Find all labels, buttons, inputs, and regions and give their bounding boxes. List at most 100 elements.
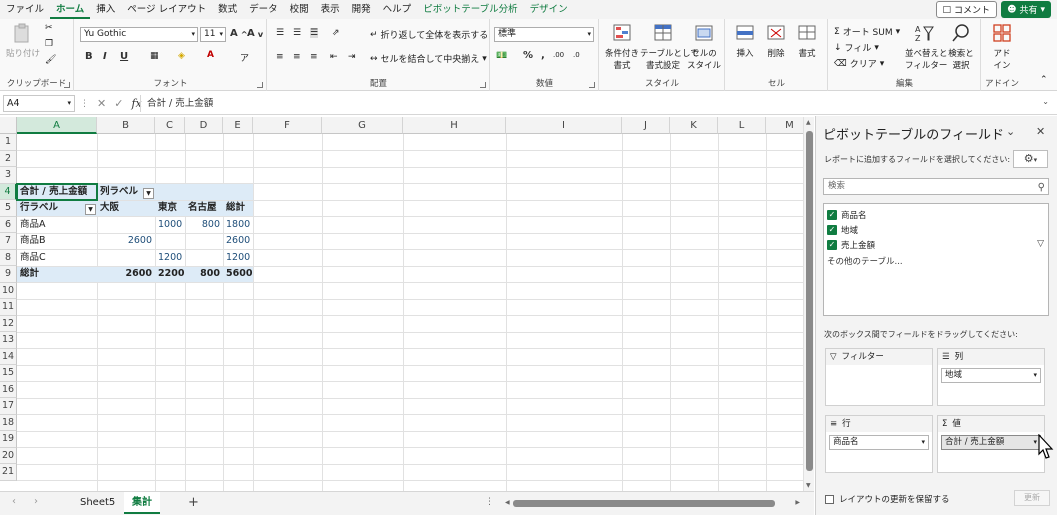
column-header-h[interactable]: H — [403, 117, 506, 134]
column-header-e[interactable]: E — [223, 117, 253, 134]
row-header-11[interactable]: 11 — [0, 299, 17, 316]
field-item-region[interactable]: ✓ 地域 — [827, 223, 858, 237]
paste-button[interactable]: 貼り付け — [6, 23, 40, 59]
name-box[interactable]: A4 ▾ — [3, 95, 75, 112]
increase-font-icon[interactable]: A ^ — [230, 28, 248, 39]
column-header-j[interactable]: J — [622, 117, 670, 134]
add-sheet-button[interactable]: + — [180, 492, 207, 514]
pivot-cell[interactable]: 800 — [185, 217, 223, 234]
expand-formula-icon[interactable]: ⌄ — [1042, 97, 1049, 106]
menu-data[interactable]: データ — [243, 0, 284, 19]
italic-button[interactable]: I — [103, 51, 107, 62]
alignment-launcher-icon[interactable] — [480, 82, 486, 88]
pivot-cell[interactable]: 1000 — [155, 217, 185, 234]
pivot-total-cell[interactable]: 800 — [185, 266, 223, 283]
sheet-tab-summary[interactable]: 集計 — [124, 492, 160, 514]
row-header-15[interactable]: 15 — [0, 365, 17, 382]
currency-icon[interactable]: 💵 — [496, 51, 507, 61]
menu-pivot-analyze[interactable]: ピボットテーブル分析 — [417, 0, 523, 19]
cell-styles-button[interactable]: セルの スタイル — [686, 23, 722, 71]
menu-design[interactable]: デザイン — [524, 0, 574, 19]
insert-cells-button[interactable]: 挿入 — [730, 23, 760, 59]
number-launcher-icon[interactable] — [589, 82, 595, 88]
row-header-7[interactable]: 7 — [0, 233, 17, 250]
column-header-g[interactable]: G — [322, 117, 403, 134]
cut-icon[interactable]: ✂ — [45, 23, 53, 33]
clipboard-launcher-icon[interactable] — [64, 82, 70, 88]
columns-area-item[interactable]: 地域 ▾ — [941, 368, 1041, 383]
pivot-cell[interactable]: 2600 — [97, 233, 155, 250]
decrease-indent-icon[interactable]: ⇤ — [330, 52, 338, 62]
pane-settings-button[interactable]: ⚙▾ — [1013, 150, 1048, 168]
menu-page-layout[interactable]: ページ レイアウト — [121, 0, 212, 19]
autosum-button[interactable]: Σ オート SUM ▾ — [834, 25, 900, 39]
filter-area[interactable]: ▽ フィルター — [825, 348, 933, 406]
cancel-icon[interactable]: ✕ — [97, 97, 106, 110]
column-header-f[interactable]: F — [253, 117, 322, 134]
checkbox-checked-icon[interactable]: ✓ — [827, 225, 837, 235]
field-search-input[interactable]: 検索 ⚲ — [823, 178, 1049, 195]
scroll-up-icon[interactable]: ▲ — [806, 119, 811, 126]
copy-icon[interactable]: ❐ — [45, 39, 53, 49]
horizontal-scrollbar[interactable]: ◀ ▶ — [505, 499, 800, 508]
values-area-item[interactable]: 合計 / 売上金額 ▾ — [941, 435, 1041, 450]
menu-help[interactable]: ヘルプ — [377, 0, 418, 19]
scroll-down-icon[interactable]: ▼ — [806, 482, 811, 489]
column-header-c[interactable]: C — [155, 117, 185, 134]
pivot-cell[interactable]: 1800 — [223, 217, 253, 234]
orientation-icon[interactable]: ⇗ — [332, 28, 340, 38]
format-cells-button[interactable]: 書式 — [792, 23, 822, 59]
menu-view[interactable]: 表示 — [315, 0, 346, 19]
close-icon[interactable]: ✕ — [1036, 125, 1045, 138]
row-header-13[interactable]: 13 — [0, 332, 17, 349]
align-middle-icon[interactable]: ☰ — [293, 28, 301, 38]
pivot-cell[interactable]: 1200 — [223, 250, 253, 267]
increase-indent-icon[interactable]: ⇥ — [348, 52, 356, 62]
column-header-k[interactable]: K — [670, 117, 718, 134]
format-as-table-button[interactable]: テーブルとして 書式設定 — [640, 23, 699, 71]
menu-formulas[interactable]: 数式 — [212, 0, 243, 19]
border-icon[interactable]: ▦ — [150, 51, 159, 61]
checkbox-unchecked-icon[interactable] — [825, 494, 834, 504]
pivot-cell[interactable] — [185, 250, 223, 267]
menu-insert[interactable]: 挿入 — [90, 0, 121, 19]
formula-input[interactable]: 合計 / 売上金額 — [140, 95, 1035, 112]
delete-cells-button[interactable]: 削除 — [761, 23, 791, 59]
percent-icon[interactable]: % — [523, 50, 533, 61]
pivot-col-item[interactable]: 大阪 — [97, 200, 155, 217]
pivot-total-cell[interactable]: 5600 — [223, 266, 253, 283]
pane-options-icon[interactable]: ⌄ — [1006, 125, 1015, 138]
pivot-col-item[interactable]: 名古屋 — [185, 200, 223, 217]
number-format-select[interactable]: 標準 ▾ — [494, 27, 594, 42]
sort-filter-button[interactable]: AZ 並べ替えと フィルター — [905, 23, 948, 71]
font-color-icon[interactable]: A — [207, 50, 214, 60]
pivot-total-cell[interactable]: 2600 — [97, 266, 155, 283]
row-header-16[interactable]: 16 — [0, 381, 17, 398]
column-header-a[interactable]: A — [17, 117, 97, 134]
row-header-10[interactable]: 10 — [0, 282, 17, 299]
font-launcher-icon[interactable] — [257, 82, 263, 88]
pivot-total-label[interactable]: 総計 — [17, 266, 97, 283]
phonetic-icon[interactable]: ア — [240, 51, 249, 64]
column-header-m[interactable]: M — [766, 117, 803, 134]
pivot-total-cell[interactable]: 2200 — [155, 266, 185, 283]
field-item-product[interactable]: ✓ 商品名 — [827, 208, 867, 222]
values-area[interactable]: Σ値 合計 / 売上金額 ▾ — [937, 415, 1045, 473]
select-all-corner[interactable] — [0, 117, 17, 134]
enter-icon[interactable]: ✓ — [114, 97, 123, 110]
pivot-cell[interactable] — [155, 233, 185, 250]
pivot-col-item[interactable]: 東京 — [155, 200, 185, 217]
menu-developer[interactable]: 開発 — [346, 0, 377, 19]
row-header-12[interactable]: 12 — [0, 315, 17, 332]
rows-area-item[interactable]: 商品名 ▾ — [829, 435, 929, 450]
pivot-cell[interactable] — [97, 250, 155, 267]
pivot-row-name[interactable]: 商品A — [17, 217, 97, 234]
checkbox-checked-icon[interactable]: ✓ — [827, 240, 837, 250]
font-size-select[interactable]: 11 ▾ — [200, 27, 226, 42]
column-header-l[interactable]: L — [718, 117, 766, 134]
increase-decimal-icon[interactable]: .00 — [553, 51, 564, 59]
bold-button[interactable]: B — [85, 51, 93, 62]
merge-center-button[interactable]: ↔ セルを結合して中央揃え ▾ — [370, 52, 487, 66]
align-bottom-icon[interactable]: ☰ — [310, 28, 319, 38]
update-button[interactable]: 更新 — [1014, 490, 1050, 506]
